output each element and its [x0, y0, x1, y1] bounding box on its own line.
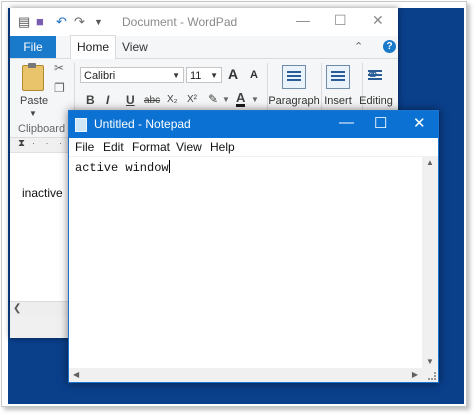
notepad-horizontal-scrollbar[interactable]: ◀ ▶	[69, 368, 422, 382]
editing-label: Editing	[359, 95, 393, 107]
scroll-right-icon[interactable]: ▶	[412, 368, 418, 382]
menu-help[interactable]: Help	[210, 140, 235, 154]
wordpad-ribbon-tabs: File Home View ⌃ ?	[10, 35, 398, 59]
document-text: inactive	[22, 186, 63, 200]
ribbon-collapse-icon[interactable]: ⌃	[354, 36, 363, 58]
tab-view[interactable]: View	[122, 36, 148, 58]
highlight-icon[interactable]: ✎	[208, 92, 218, 106]
scroll-left-icon[interactable]: ◀	[73, 368, 79, 382]
wordpad-title: Document - WordPad	[122, 15, 238, 29]
underline-button[interactable]: U	[126, 93, 135, 107]
wordpad-titlebar[interactable]: ▤ ■ ↶ ↷ ▼ Document - WordPad — ☐ ✕	[10, 8, 398, 36]
resize-grip[interactable]	[422, 368, 438, 382]
shrink-font-button[interactable]: A	[250, 69, 258, 81]
wordpad-app-icon[interactable]: ▤	[18, 14, 30, 30]
strikethrough-button[interactable]: abc	[144, 95, 160, 106]
wordpad-minimize-button[interactable]: —	[296, 12, 310, 28]
scroll-down-icon[interactable]: ▼	[422, 357, 438, 366]
indent-marker-icon[interactable]: ⧗	[18, 138, 25, 149]
bold-button[interactable]: B	[86, 93, 95, 107]
notepad-title: Untitled - Notepad	[94, 117, 191, 131]
paste-button[interactable]: Paste	[20, 95, 48, 107]
font-size-select[interactable]: 11 ▼	[186, 67, 222, 83]
tab-file[interactable]: File	[10, 36, 56, 58]
subscript-button[interactable]: X₂	[167, 94, 178, 105]
chevron-down-icon: ▼	[210, 71, 218, 80]
scroll-up-icon[interactable]: ▲	[422, 158, 438, 167]
paragraph-icon	[282, 65, 306, 89]
font-family-select[interactable]: Calibri ▼	[80, 67, 184, 83]
undo-icon[interactable]: ↶	[56, 14, 67, 30]
font-color-dropdown-icon[interactable]: ▼	[251, 95, 259, 104]
superscript-button[interactable]: X²	[187, 94, 197, 105]
notepad-window[interactable]: Untitled - Notepad — ☐ ✕ File Edit Forma…	[68, 110, 439, 383]
notepad-close-button[interactable]: ✕	[413, 114, 426, 132]
menu-format[interactable]: Format	[132, 140, 170, 154]
insert-picture-icon	[326, 65, 350, 89]
wordpad-close-button[interactable]: ✕	[372, 12, 384, 29]
save-icon[interactable]: ■	[36, 14, 44, 29]
italic-button[interactable]: I	[106, 93, 109, 107]
notepad-menu-bar: File Edit Format View Help	[69, 138, 438, 156]
notepad-vertical-scrollbar[interactable]: ▲ ▼	[422, 156, 438, 368]
menu-edit[interactable]: Edit	[103, 140, 124, 154]
notepad-titlebar[interactable]: Untitled - Notepad — ☐ ✕	[69, 111, 438, 138]
redo-icon[interactable]: ↷	[74, 14, 85, 30]
notepad-minimize-button[interactable]: —	[339, 114, 354, 131]
scroll-left-icon[interactable]: ❮	[13, 302, 21, 316]
wordpad-document-area[interactable]: inactive	[10, 153, 70, 303]
chevron-down-icon: ▼	[172, 71, 180, 80]
notepad-app-icon[interactable]	[75, 118, 87, 132]
grow-font-button[interactable]: A	[228, 66, 238, 82]
font-size-value: 11	[190, 70, 202, 82]
text-caret	[168, 160, 170, 173]
notepad-maximize-button[interactable]: ☐	[374, 114, 387, 132]
menu-view[interactable]: View	[176, 140, 202, 154]
font-color-button[interactable]: A	[236, 91, 246, 107]
cut-icon[interactable]: ✂	[54, 61, 64, 75]
font-family-value: Calibri	[84, 70, 116, 82]
paste-dropdown-icon[interactable]: ▼	[29, 109, 37, 118]
help-icon[interactable]: ?	[383, 40, 396, 53]
notepad-content: active window	[75, 161, 169, 175]
notepad-text-area[interactable]: active window	[69, 156, 422, 369]
copy-icon[interactable]: ❐	[54, 81, 65, 95]
binoculars-icon: ⚭	[364, 65, 386, 87]
clipboard-group-label: Clipboard	[18, 123, 66, 135]
customize-qat-icon[interactable]: ▼	[94, 17, 103, 27]
wordpad-horizontal-scrollbar[interactable]: ❮	[10, 301, 70, 316]
menu-file[interactable]: File	[75, 140, 94, 154]
wordpad-maximize-button[interactable]: ☐	[334, 12, 347, 29]
paste-icon[interactable]	[22, 63, 44, 91]
wordpad-status-bar	[10, 316, 70, 338]
tab-home[interactable]: Home	[70, 35, 116, 59]
highlight-dropdown-icon[interactable]: ▼	[222, 95, 230, 104]
